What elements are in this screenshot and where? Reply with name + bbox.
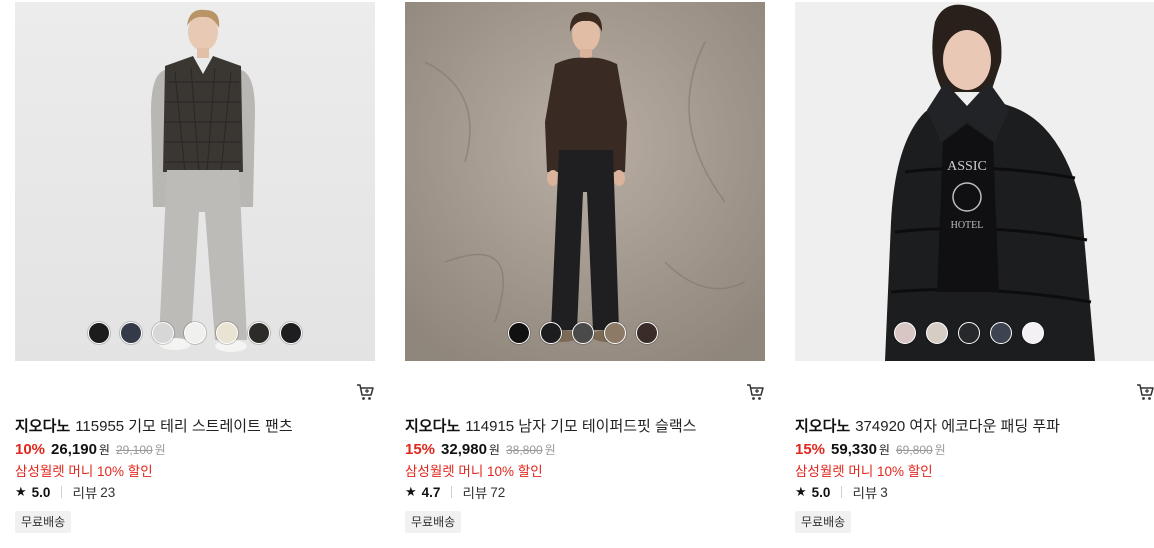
- color-swatch-list: [15, 322, 375, 344]
- original-currency-unit: 원: [544, 443, 556, 457]
- sale-price: 59,330: [831, 441, 877, 458]
- price-row: 15% 59,330 원 69,800 원: [795, 441, 946, 458]
- color-swatch[interactable]: [926, 322, 948, 344]
- svg-text:ASSIC: ASSIC: [947, 159, 987, 174]
- review-count: 3: [880, 484, 888, 500]
- divider: [61, 486, 63, 498]
- rating-row: ★ 4.7 리뷰 72: [405, 482, 505, 502]
- product-title[interactable]: 지오다노 374920 여자 에코다운 패딩 푸파: [795, 415, 1060, 436]
- rating-score: 5.0: [31, 484, 51, 500]
- color-swatch[interactable]: [120, 322, 142, 344]
- color-swatch[interactable]: [88, 322, 110, 344]
- rating-row: ★ 5.0 리뷰 3: [795, 482, 888, 502]
- price-row: 15% 32,980 원 38,800 원: [405, 441, 556, 458]
- review-label: 리뷰: [72, 486, 98, 501]
- color-swatch[interactable]: [280, 322, 302, 344]
- rating-score: 5.0: [811, 484, 831, 500]
- star-icon: ★: [795, 484, 807, 499]
- product-card[interactable]: 지오다노 114915 남자 기모 테이퍼드핏 슬랙스 15% 32,980 원 …: [405, 0, 765, 548]
- color-swatch[interactable]: [572, 322, 594, 344]
- cart-icon[interactable]: [746, 383, 764, 401]
- original-price: 29,100: [115, 443, 153, 457]
- color-swatch[interactable]: [152, 322, 174, 344]
- product-title[interactable]: 지오다노 115955 기모 테리 스트레이트 팬츠: [15, 415, 293, 436]
- rating-row: ★ 5.0 리뷰 23: [15, 482, 115, 502]
- original-price: 38,800: [505, 443, 543, 457]
- svg-text:HOTEL: HOTEL: [951, 220, 984, 231]
- currency-unit: 원: [98, 443, 110, 457]
- color-swatch[interactable]: [508, 322, 530, 344]
- product-card[interactable]: ASSIC HOTEL 지오다노 374920 여자 에코다운 패딩 푸파 15%…: [795, 0, 1154, 548]
- brand-name: 지오다노: [795, 418, 851, 435]
- color-swatch[interactable]: [990, 322, 1012, 344]
- color-swatch[interactable]: [604, 322, 626, 344]
- review-count: 23: [100, 484, 116, 500]
- star-icon: ★: [15, 484, 27, 499]
- free-shipping-badge: 무료배송: [15, 511, 72, 533]
- color-swatch[interactable]: [894, 322, 916, 344]
- product-title[interactable]: 지오다노 114915 남자 기모 테이퍼드핏 슬랙스: [405, 415, 696, 436]
- product-name: 114915 남자 기모 테이퍼드핏 슬랙스: [465, 418, 697, 435]
- discount-rate: 15%: [405, 441, 436, 458]
- sale-price: 26,190: [51, 441, 97, 458]
- star-icon: ★: [405, 484, 417, 499]
- promo-text: 삼성월렛 머니 10% 할인: [795, 464, 933, 479]
- review-label: 리뷰: [852, 486, 878, 501]
- price-row: 10% 26,190 원 29,100 원: [15, 441, 166, 458]
- free-shipping-badge: 무료배송: [795, 511, 852, 533]
- product-image[interactable]: [15, 2, 375, 361]
- product-card[interactable]: 지오다노 115955 기모 테리 스트레이트 팬츠 10% 26,190 원 2…: [15, 0, 375, 548]
- color-swatch[interactable]: [636, 322, 658, 344]
- color-swatch[interactable]: [216, 322, 238, 344]
- color-swatch[interactable]: [248, 322, 270, 344]
- product-grid: 지오다노 115955 기모 테리 스트레이트 팬츠 10% 26,190 원 2…: [0, 0, 1154, 548]
- original-currency-unit: 원: [154, 443, 166, 457]
- free-shipping-badge: 무료배송: [405, 511, 462, 533]
- cart-icon[interactable]: [356, 383, 374, 401]
- product-image[interactable]: ASSIC HOTEL: [795, 2, 1154, 361]
- review-count: 72: [490, 484, 506, 500]
- color-swatch[interactable]: [958, 322, 980, 344]
- brand-name: 지오다노: [15, 418, 71, 435]
- original-currency-unit: 원: [934, 443, 946, 457]
- discount-rate: 15%: [795, 441, 826, 458]
- color-swatch[interactable]: [1022, 322, 1044, 344]
- color-swatch[interactable]: [184, 322, 206, 344]
- product-name: 115955 기모 테리 스트레이트 팬츠: [75, 418, 293, 435]
- discount-rate: 10%: [15, 441, 46, 458]
- promo-text: 삼성월렛 머니 10% 할인: [15, 464, 153, 479]
- divider: [451, 486, 453, 498]
- currency-unit: 원: [878, 443, 890, 457]
- review-label: 리뷰: [462, 486, 488, 501]
- promo-text: 삼성월렛 머니 10% 할인: [405, 464, 543, 479]
- sale-price: 32,980: [441, 441, 487, 458]
- color-swatch[interactable]: [540, 322, 562, 344]
- rating-score: 4.7: [421, 484, 441, 500]
- product-image[interactable]: [405, 2, 765, 361]
- currency-unit: 원: [488, 443, 500, 457]
- original-price: 69,800: [895, 443, 933, 457]
- color-swatch-list: [405, 322, 763, 344]
- product-name: 374920 여자 에코다운 패딩 푸파: [855, 418, 1060, 435]
- cart-icon[interactable]: [1136, 383, 1154, 401]
- brand-name: 지오다노: [405, 418, 461, 435]
- divider: [841, 486, 843, 498]
- color-swatch-list: [795, 322, 1149, 344]
